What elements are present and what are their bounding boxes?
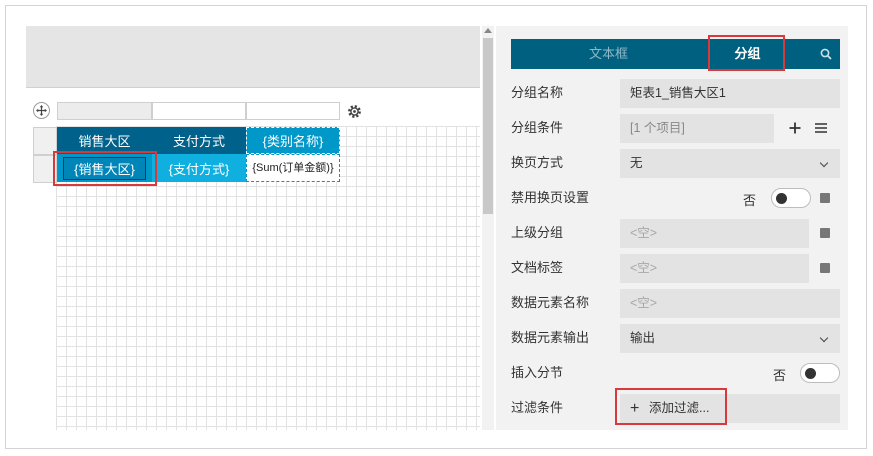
header-cell-text: 支付方式 xyxy=(172,134,225,149)
data-element-output-select[interactable]: 输出 xyxy=(620,324,840,353)
prop-row-filter: 过滤条件 + 添加过滤... xyxy=(511,393,841,423)
designer-scrollbar[interactable] xyxy=(482,26,494,430)
gear-icon[interactable] xyxy=(346,103,363,120)
disable-page-break-toggle[interactable] xyxy=(771,188,811,208)
prop-row-group-condition: 分组条件 [1 个项目] xyxy=(511,113,841,143)
column-handle-2[interactable] xyxy=(152,102,246,120)
property-panel: 文本框 分组 分组名称 矩表1_销售大区1 分组条件 [1 个项目] 换页方式 … xyxy=(496,26,848,430)
data-element-name-field[interactable]: <空> xyxy=(620,289,840,318)
expression-marker-icon[interactable] xyxy=(820,263,830,273)
header-cell-text: 销售大区 xyxy=(78,134,131,149)
group-name-field[interactable]: 矩表1_销售大区1 xyxy=(620,79,840,108)
prop-label: 上级分组 xyxy=(511,225,564,240)
tab-text-box[interactable]: 文本框 xyxy=(511,39,706,69)
prop-row-disable-page-break: 禁用换页设置 否 xyxy=(511,183,841,213)
toggle-state-text: 否 xyxy=(743,193,757,208)
scrollbar-thumb[interactable] xyxy=(483,38,493,214)
prop-label: 分组名称 xyxy=(511,85,564,100)
prop-label: 分组条件 xyxy=(511,120,564,135)
detail-cell-text: {支付方式} xyxy=(168,161,230,177)
header-cell-sales-region[interactable]: 销售大区 xyxy=(57,127,152,154)
prop-label: 换页方式 xyxy=(511,155,564,170)
prop-label: 插入分节 xyxy=(511,365,564,380)
detail-cell-payment-method[interactable]: {支付方式} xyxy=(152,154,246,182)
toggle-knob xyxy=(805,368,816,379)
add-filter-button[interactable]: + 添加过滤... xyxy=(620,394,840,423)
prop-row-data-element-output: 数据元素输出 输出 xyxy=(511,323,841,353)
detail-cell-text: {Sum(订单金额)} xyxy=(252,161,334,174)
prop-label: 禁用换页设置 xyxy=(511,190,590,205)
detail-cell-sales-region[interactable]: {销售大区} xyxy=(57,154,152,182)
prop-row-data-element-name: 数据元素名称 <空> xyxy=(511,288,841,318)
prop-row-doc-label: 文档标签 <空> xyxy=(511,253,841,283)
add-icon[interactable] xyxy=(784,117,806,139)
doc-label-field[interactable]: <空> xyxy=(620,254,809,283)
detail-cell-sum-order-amount[interactable]: {Sum(订单金额)} xyxy=(246,154,340,182)
header-cell-text: {类别名称} xyxy=(262,134,324,149)
expression-marker-icon[interactable] xyxy=(820,193,830,203)
add-filter-label: 添加过滤... xyxy=(649,401,710,415)
prop-row-parent-group: 上级分组 <空> xyxy=(511,218,841,248)
prop-row-group-name: 分组名称 矩表1_销售大区1 xyxy=(511,78,841,108)
row-handle-2[interactable] xyxy=(33,155,57,183)
selected-group-cell[interactable]: {销售大区} xyxy=(63,156,146,180)
insert-section-toggle[interactable] xyxy=(800,363,840,383)
prop-label: 过滤条件 xyxy=(511,400,564,415)
move-icon[interactable] xyxy=(33,102,50,119)
detail-cell-text: {销售大区} xyxy=(74,161,135,177)
column-handle-3[interactable] xyxy=(246,102,340,120)
column-handle-1[interactable] xyxy=(57,102,152,120)
group-condition-field[interactable]: [1 个项目] xyxy=(620,114,774,143)
toggle-state-text: 否 xyxy=(773,368,787,383)
report-designer: 销售大区 支付方式 {类别名称} {销售大区} {支付方式} {Sum(订单金额… xyxy=(26,26,480,430)
prop-row-insert-section: 插入分节 否 xyxy=(511,358,841,388)
prop-label: 数据元素名称 xyxy=(511,295,590,310)
plus-icon: + xyxy=(630,400,640,417)
page-break-select[interactable]: 无 xyxy=(620,149,840,178)
tab-group[interactable]: 分组 xyxy=(706,39,789,69)
menu-icon[interactable] xyxy=(810,117,832,139)
expression-marker-icon[interactable] xyxy=(820,228,830,238)
header-cell-category-name[interactable]: {类别名称} xyxy=(246,127,340,154)
prop-label: 数据元素输出 xyxy=(511,330,590,345)
prop-row-page-break: 换页方式 无 xyxy=(511,148,841,178)
header-cell-payment-method[interactable]: 支付方式 xyxy=(152,127,246,154)
parent-group-field[interactable]: <空> xyxy=(620,219,809,248)
row-handle-1[interactable] xyxy=(33,127,57,155)
search-icon[interactable] xyxy=(811,39,840,69)
prop-label: 文档标签 xyxy=(511,260,564,275)
panel-tabbar: 文本框 分组 xyxy=(511,39,840,69)
design-top-band xyxy=(26,26,480,88)
scroll-up-icon[interactable] xyxy=(484,28,492,33)
toggle-knob xyxy=(776,193,787,204)
